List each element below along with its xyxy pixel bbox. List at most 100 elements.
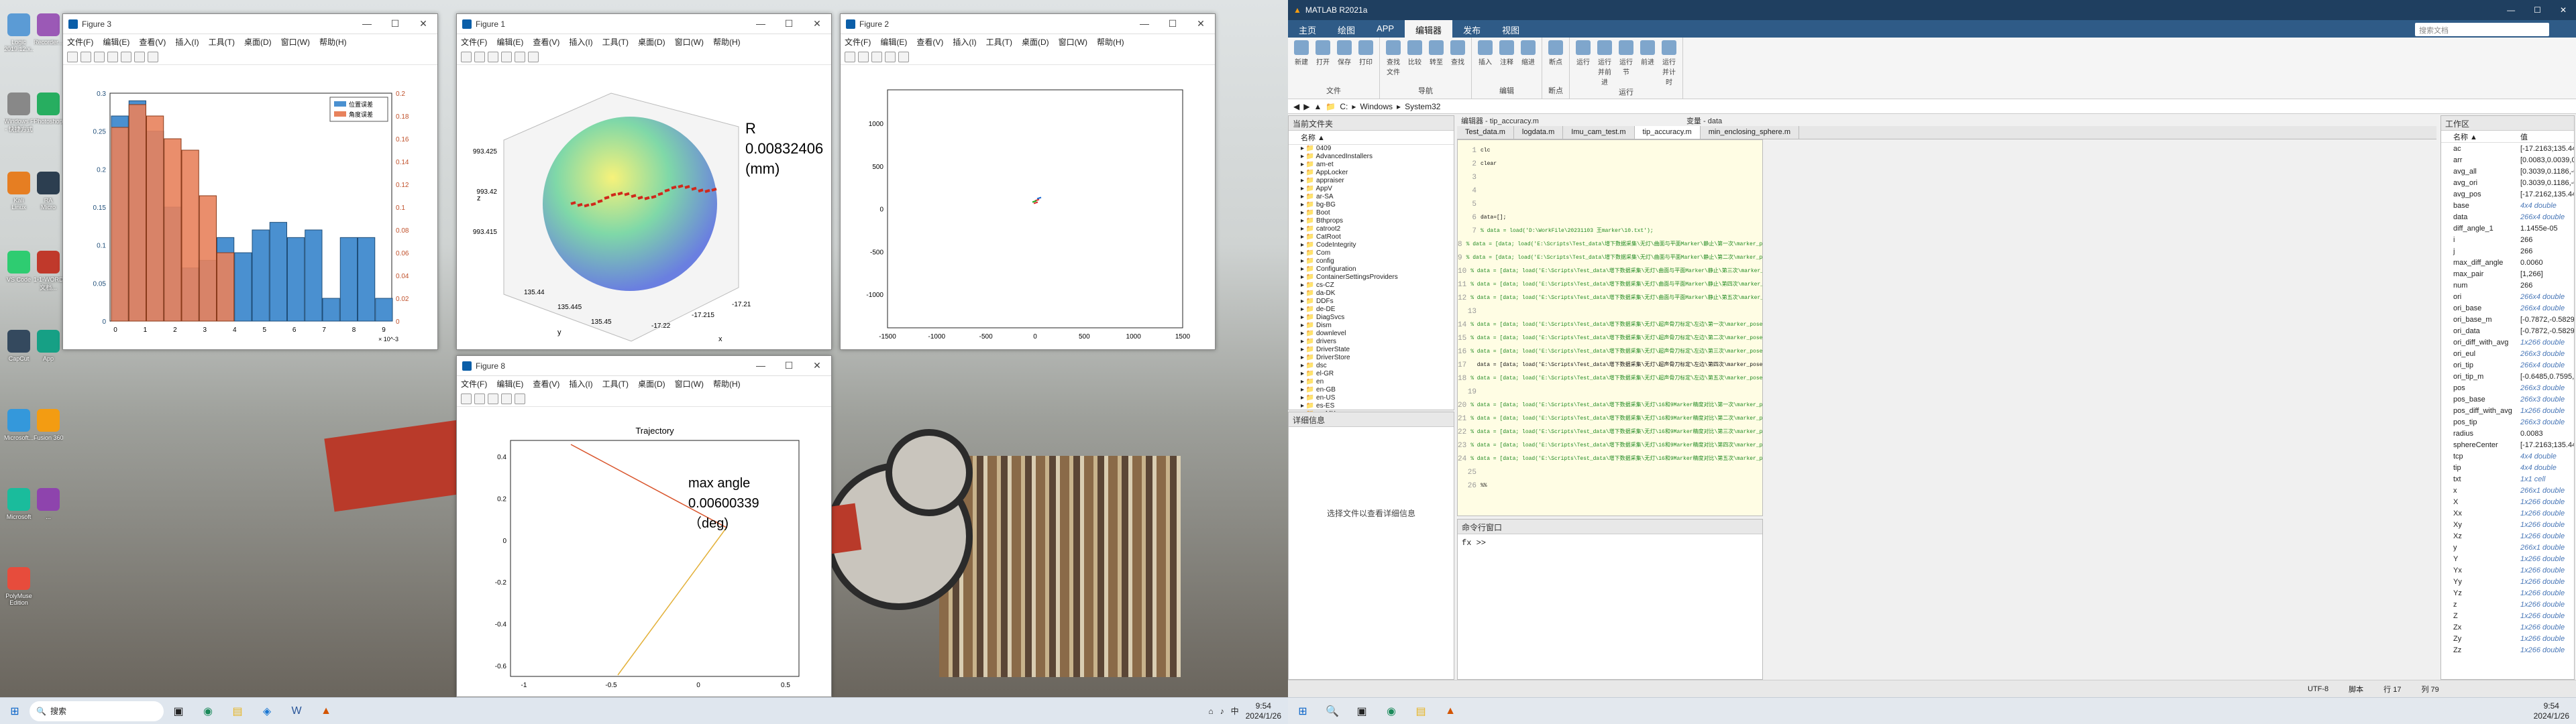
desktop-shortcut[interactable]: Logic 2019.12.x... <box>4 13 34 52</box>
path-segment[interactable]: System32 <box>1405 102 1440 111</box>
address-bar[interactable]: ◀ ▶ ▲ 📁 C: ▸ Windows ▸ System32 <box>1288 99 2576 114</box>
ribbon-button[interactable]: 比较 <box>1405 40 1424 76</box>
figure1-window[interactable]: Figure 1 — ☐ ✕ 文件(F) 编辑(E) 查看(V) 插入(I) 工具(T) 桌面(… <box>456 13 832 350</box>
code-line[interactable]: 11% data = [data; load('E:\Scripts\Test_… <box>1458 278 1762 292</box>
vscode-icon[interactable]: ◈ <box>255 702 279 721</box>
new-icon[interactable] <box>461 393 472 404</box>
ribbon-tab[interactable]: 绘图 <box>1327 20 1366 38</box>
workspace-variable[interactable]: avg_pos [-17.2162,135.4461;... <box>2441 188 2574 200</box>
network-icon[interactable]: ⌂ <box>1208 707 1213 716</box>
folder-item[interactable]: ▸ 📁 drivers <box>1289 338 1454 346</box>
explorer-icon[interactable]: ▤ <box>225 702 250 721</box>
open-icon[interactable] <box>474 393 485 404</box>
editor-tab[interactable]: Imu_cam_test.m <box>1563 126 1635 139</box>
editor-tab[interactable]: tip_accuracy.m <box>1634 126 1701 139</box>
minimize-icon[interactable]: — <box>747 18 775 29</box>
menu-item[interactable]: 窗口(W) <box>281 36 310 48</box>
folder-item[interactable]: ▸ 📁 config <box>1289 257 1454 265</box>
column-header-value[interactable]: 值 <box>2520 131 2528 142</box>
close-icon[interactable]: ✕ <box>803 18 831 29</box>
volume-icon[interactable]: ♪ <box>1220 707 1224 716</box>
workspace-variable[interactable]: i 266 <box>2441 234 2574 245</box>
code-editor[interactable]: 1 clc 2 clear 3 4 5 6 data=[]; 7 % data = load('D:… <box>1457 139 1763 516</box>
code-line[interactable]: 4 <box>1458 184 1762 198</box>
menu-item[interactable]: 桌面(D) <box>1022 36 1049 48</box>
path-segment[interactable]: Windows <box>1360 102 1393 111</box>
folder-item[interactable]: ▸ 📁 el-GR <box>1289 370 1454 378</box>
workspace-variable[interactable]: x 266x1 double <box>2441 485 2574 496</box>
folder-item[interactable]: ▸ 📁 DiagSvcs <box>1289 314 1454 322</box>
zoom-icon[interactable] <box>515 51 525 62</box>
ribbon-button[interactable]: 新建 <box>1292 40 1311 66</box>
editor-tab[interactable]: Test_data.m <box>1457 126 1514 139</box>
workspace-variable[interactable]: sphereCenter [-17.2163;135.4450;... <box>2441 439 2574 450</box>
ribbon-button[interactable]: 打印 <box>1356 40 1375 66</box>
workspace-variable[interactable]: j 266 <box>2441 245 2574 257</box>
folder-item[interactable]: ▸ 📁 AdvancedInstallers <box>1289 153 1454 161</box>
workspace-variable[interactable]: avg_all [0.3039,0.1186,-0.0... <box>2441 166 2574 177</box>
menu-item[interactable]: 插入(I) <box>175 36 199 48</box>
ribbon-button[interactable]: 运行并前进 <box>1595 40 1614 86</box>
histogram-plot[interactable]: 00.050.10.150.20.250.300.020.040.060.080… <box>63 66 437 349</box>
workspace-variable[interactable]: ori_tip 266x4 double <box>2441 359 2574 371</box>
ime-icon[interactable]: 中 <box>1231 705 1239 717</box>
desktop-shortcut[interactable]: PolyMuse Edition <box>4 567 34 606</box>
new-icon[interactable] <box>67 51 78 62</box>
workspace-variable[interactable]: Zx 1x266 double <box>2441 621 2574 633</box>
code-line[interactable]: 22% data = [data; load('E:\Scripts\Test_… <box>1458 426 1762 439</box>
folder-item[interactable]: ▸ 📁 DDFs <box>1289 298 1454 306</box>
new-icon[interactable] <box>461 51 472 62</box>
variable-title[interactable]: 变量 - data <box>1686 115 1722 126</box>
ribbon-button[interactable]: 断点 <box>1546 40 1565 66</box>
code-line[interactable]: 15% data = [data; load('E:\Scripts\Test_… <box>1458 332 1762 345</box>
matlab-taskbar-icon[interactable]: ▲ <box>1438 702 1462 721</box>
workspace-variable[interactable]: pos_tip 266x3 double <box>2441 416 2574 428</box>
save-icon[interactable] <box>94 51 105 62</box>
workspace-variable[interactable]: tcp 4x4 double <box>2441 450 2574 462</box>
desktop-shortcut[interactable]: Photoshop <box>34 93 63 125</box>
code-line[interactable]: 14% data = [data; load('E:\Scripts\Test_… <box>1458 318 1762 332</box>
print-icon[interactable] <box>107 51 118 62</box>
workspace-variable[interactable]: X 1x266 double <box>2441 496 2574 507</box>
ribbon-tab[interactable]: 编辑器 <box>1405 20 1453 38</box>
code-line[interactable]: 2 clear <box>1458 158 1762 171</box>
folder-item[interactable]: ▸ 📁 bg-BG <box>1289 201 1454 209</box>
menu-item[interactable]: 编辑(E) <box>880 36 907 48</box>
workspace-variable[interactable]: y 266x1 double <box>2441 542 2574 553</box>
menu-item[interactable]: 帮助(H) <box>713 36 741 48</box>
workspace-variable[interactable]: Xy 1x266 double <box>2441 519 2574 530</box>
folder-item[interactable]: ▸ 📁 appraiser <box>1289 177 1454 185</box>
close-icon[interactable]: ✕ <box>409 18 437 29</box>
workspace-variable[interactable]: max_pair [1,266] <box>2441 268 2574 280</box>
zoom-icon[interactable] <box>121 51 131 62</box>
command-prompt[interactable]: fx >> <box>1458 534 1762 552</box>
desktop-shortcut[interactable]: Kali Linux <box>4 172 34 210</box>
windows-start-icon[interactable]: ⊞ <box>1291 702 1315 721</box>
workspace-variable[interactable]: pos 266x3 double <box>2441 382 2574 394</box>
ribbon-tab[interactable]: 发布 <box>1452 20 1491 38</box>
clock[interactable]: 9:54 2024/1/26 <box>1246 701 1281 721</box>
edge-icon[interactable]: ◉ <box>196 702 220 721</box>
workspace-variable[interactable]: pos_base 266x3 double <box>2441 394 2574 405</box>
code-line[interactable]: 20% data = [data; load('E:\Scripts\Test_… <box>1458 399 1762 412</box>
menu-item[interactable]: 帮助(H) <box>713 378 741 389</box>
print-icon[interactable] <box>885 51 896 62</box>
ribbon-button[interactable]: 注释 <box>1497 40 1516 66</box>
desktop-shortcut[interactable]: CapCut <box>4 330 34 362</box>
desktop-shortcut[interactable]: RA Micro <box>34 172 63 210</box>
folder-item[interactable]: ▸ 📁 ar-SA <box>1289 193 1454 201</box>
ribbon-tab[interactable]: 主页 <box>1288 20 1327 38</box>
folder-item[interactable]: ▸ 📁 cs-CZ <box>1289 282 1454 290</box>
workspace-variable[interactable]: Xz 1x266 double <box>2441 530 2574 542</box>
folder-item[interactable]: ▸ 📁 AppV <box>1289 185 1454 193</box>
folder-item[interactable]: ▸ 📁 en-GB <box>1289 386 1454 394</box>
minimize-icon[interactable]: — <box>1130 18 1159 29</box>
code-line[interactable]: 1 clc <box>1458 144 1762 158</box>
workspace-variable[interactable]: base 4x4 double <box>2441 200 2574 211</box>
code-line[interactable]: 10% data = [data; load('E:\Scripts\Test_… <box>1458 265 1762 278</box>
zoom-icon[interactable] <box>515 393 525 404</box>
menu-item[interactable]: 桌面(D) <box>244 36 272 48</box>
menu-item[interactable]: 文件(F) <box>845 36 871 48</box>
ribbon-button[interactable]: 运行节 <box>1617 40 1635 86</box>
folder-item[interactable]: ▸ 📁 Com <box>1289 249 1454 257</box>
